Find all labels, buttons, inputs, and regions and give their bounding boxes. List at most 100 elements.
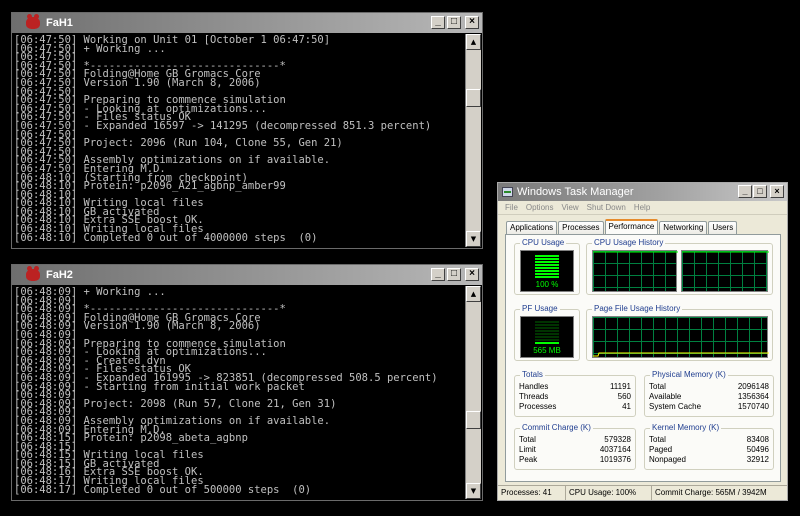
- tab-applications[interactable]: Applications: [506, 221, 558, 234]
- meter-bar: [535, 261, 559, 263]
- console-line: [06:47:50] Version 1.90 (March 8, 2006): [14, 76, 261, 89]
- window-title: FaH1: [46, 17, 73, 29]
- performance-panel: CPU Usage 100 % CPU Usage History PF Usa…: [505, 234, 781, 482]
- meter-bar: [535, 339, 559, 341]
- scroll-down-arrow-icon[interactable]: ▼: [466, 483, 481, 499]
- group-label: PF Usage: [520, 304, 560, 314]
- status-bar: Processes: 41 CPU Usage: 100% Commit Cha…: [498, 485, 787, 500]
- stat-row-available: Available 1356364: [649, 392, 769, 401]
- scroll-up-arrow-icon[interactable]: ▲: [466, 286, 481, 302]
- fah2-console-window[interactable]: FaH2 _ □ × [06:48:09] + Working ... [06:4…: [11, 264, 483, 501]
- minimize-button[interactable]: _: [738, 185, 752, 198]
- meter-bar: [535, 321, 559, 323]
- vertical-scrollbar[interactable]: ▲ ▼: [465, 34, 481, 247]
- close-button[interactable]: ×: [465, 268, 479, 281]
- meter-bar: [535, 264, 559, 266]
- scroll-up-arrow-icon[interactable]: ▲: [466, 34, 481, 50]
- task-manager-icon: [502, 187, 513, 197]
- cpu-usage-value: 100 %: [535, 280, 559, 289]
- cpu-usage-group: CPU Usage 100 %: [514, 238, 580, 295]
- group-label: Physical Memory (K): [650, 370, 728, 380]
- physical-memory-group: Physical Memory (K) Total 2096148 Availab…: [644, 370, 774, 417]
- pf-usage-meter: 565 MB: [520, 316, 574, 358]
- task-manager-title-bar[interactable]: Windows Task Manager _ □ ×: [498, 183, 787, 201]
- meter-bar: [535, 330, 559, 332]
- meter-bar: [535, 270, 559, 272]
- folding-app-icon: [26, 14, 40, 29]
- minimize-button[interactable]: _: [431, 16, 445, 29]
- stat-row-threads: Threads 560: [519, 392, 631, 401]
- stat-row-system-cache: System Cache 1570740: [649, 402, 769, 411]
- console-line: [06:48:17] Completed 0 out of 500000 ste…: [14, 483, 312, 496]
- group-label: Kernel Memory (K): [650, 423, 722, 433]
- commit-charge-group: Commit Charge (K) Total 579328 Limit 40371…: [514, 423, 636, 470]
- stat-row-processes: Processes 41: [519, 402, 631, 411]
- meter-bar: [535, 258, 559, 260]
- console-output: [06:48:09] + Working ... [06:48:09] [06:48…: [13, 286, 465, 499]
- menu-bar: File Options View Shut Down Help: [498, 201, 787, 215]
- stat-row-nonpaged: Nonpaged 32912: [649, 455, 769, 464]
- pf-history-line: [593, 352, 769, 357]
- console-line: [06:48:09] Version 1.90 (March 8, 2006): [14, 320, 261, 333]
- maximize-button[interactable]: □: [447, 16, 461, 29]
- pf-history-group: Page File Usage History: [586, 304, 773, 361]
- stat-row-handles: Handles 11191: [519, 382, 631, 391]
- meter-bar: [535, 267, 559, 269]
- meter-bar: [535, 324, 559, 326]
- group-label: CPU Usage: [520, 238, 567, 248]
- stat-row-limit: Limit 4037164: [519, 445, 631, 454]
- meter-bar: [535, 333, 559, 335]
- menu-options[interactable]: Options: [522, 203, 558, 212]
- console-line: [06:48:09] + Working ...: [14, 286, 166, 298]
- console-line: [06:48:10] Completed 0 out of 4000000 st…: [14, 231, 318, 244]
- status-cpu-usage: CPU Usage: 100%: [566, 486, 652, 500]
- scrollbar-thumb[interactable]: [466, 411, 481, 429]
- stat-row-peak: Peak 1019376: [519, 455, 631, 464]
- status-processes: Processes: 41: [498, 486, 566, 500]
- pf-usage-group: PF Usage 565 MB: [514, 304, 580, 361]
- stat-row-kernel-total: Total 83408: [649, 435, 769, 444]
- kernel-memory-group: Kernel Memory (K) Total 83408 Paged 50496 …: [644, 423, 774, 470]
- meter-bar: [535, 255, 559, 257]
- scroll-down-arrow-icon[interactable]: ▼: [466, 231, 481, 247]
- vertical-scrollbar[interactable]: ▲ ▼: [465, 286, 481, 499]
- menu-shut-down[interactable]: Shut Down: [583, 203, 630, 212]
- close-button[interactable]: ×: [770, 185, 784, 198]
- cpu-history-group: CPU Usage History: [586, 238, 773, 295]
- group-label: Totals: [520, 370, 545, 380]
- tab-strip: Applications Processes Performance Netwo…: [506, 219, 738, 234]
- group-label: Page File Usage History: [592, 304, 683, 314]
- meter-bar: [535, 327, 559, 329]
- maximize-button[interactable]: □: [447, 268, 461, 281]
- stat-row-physical-total: Total 2096148: [649, 382, 769, 391]
- scrollbar-thumb[interactable]: [466, 89, 481, 107]
- console-line: [06:47:50] - Expanded 16597 -> 141295 (d…: [14, 119, 432, 132]
- minimize-button[interactable]: _: [431, 268, 445, 281]
- menu-help[interactable]: Help: [630, 203, 654, 212]
- tab-users[interactable]: Users: [708, 221, 738, 234]
- maximize-button[interactable]: □: [753, 185, 767, 198]
- fah1-title-bar[interactable]: FaH1 _ □ ×: [12, 13, 482, 33]
- fah2-title-bar[interactable]: FaH2 _ □ ×: [12, 265, 482, 285]
- menu-view[interactable]: View: [557, 203, 582, 212]
- stat-row-paged: Paged 50496: [649, 445, 769, 454]
- group-label: Commit Charge (K): [520, 423, 593, 433]
- tab-processes[interactable]: Processes: [558, 221, 604, 234]
- pf-usage-value: 565 MB: [533, 346, 561, 355]
- fah1-console-window[interactable]: FaH1 _ □ × [06:47:50] Working on Unit 01…: [11, 12, 483, 249]
- meter-bar: [535, 336, 559, 338]
- cpu-history-graph-1: [592, 250, 678, 292]
- menu-file[interactable]: File: [501, 203, 522, 212]
- tab-networking[interactable]: Networking: [659, 221, 708, 234]
- tab-performance[interactable]: Performance: [604, 219, 659, 234]
- cpu-usage-bars: [535, 255, 559, 278]
- close-button[interactable]: ×: [465, 16, 479, 29]
- console-line: [06:47:50] + Working ...: [14, 42, 166, 55]
- task-manager-window[interactable]: Windows Task Manager _ □ × File Options …: [497, 182, 788, 501]
- cpu-history-graph-2: [681, 250, 769, 292]
- console-line: [06:48:09] Project: 2098 (Run 57, Clone …: [14, 397, 337, 410]
- window-title: FaH2: [46, 269, 73, 281]
- pf-history-graph: [592, 316, 769, 358]
- window-title: Windows Task Manager: [517, 186, 634, 198]
- pf-usage-bars: [535, 321, 559, 344]
